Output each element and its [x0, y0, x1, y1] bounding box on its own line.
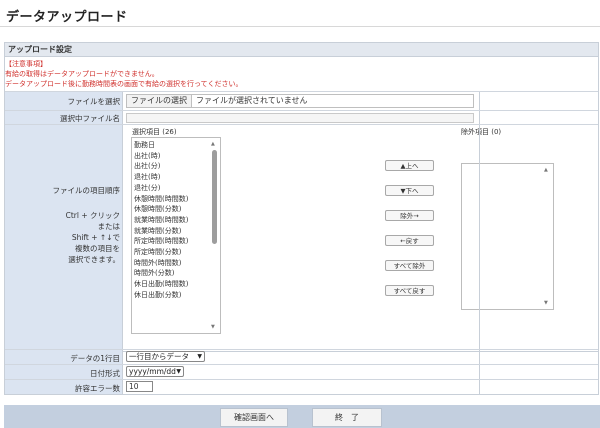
- date-format-label: 日付形式: [5, 365, 123, 379]
- help-text-3: Shift + ↑↓で: [71, 233, 120, 242]
- upload-settings-panel: アップロード設定 【注意事項】 有給の取得はデータアップロードができません。 デ…: [4, 42, 599, 352]
- list-item[interactable]: 出社(分): [134, 161, 208, 172]
- list-item[interactable]: 時間外(分数): [134, 268, 208, 279]
- help-text-2: または: [97, 222, 121, 231]
- error-limit-input[interactable]: 10: [126, 381, 153, 392]
- date-format-setting: 日付形式 yyyy/mm/dd ▼: [5, 364, 598, 379]
- chevron-down-icon: ▼: [176, 368, 181, 375]
- scroll-down-icon[interactable]: ▼: [211, 324, 215, 330]
- footer-action-bar: 確認画面へ 終 了: [4, 405, 600, 428]
- file-select-row: ファイルを選択 ファイルの選択 ファイルが選択されていません: [5, 91, 598, 110]
- notice-line-2: データアップロード後に勤務時間表の画面で有給の選択を行ってください。: [5, 80, 243, 88]
- date-format-select[interactable]: yyyy/mm/dd ▼: [126, 366, 184, 377]
- file-input[interactable]: ファイルの選択 ファイルが選択されていません: [126, 94, 474, 108]
- title-divider: [0, 26, 600, 27]
- list-item[interactable]: 休日出勤(時間数): [134, 279, 208, 290]
- file-select-label: ファイルを選択: [5, 92, 123, 110]
- scroll-up-icon[interactable]: ▲: [211, 141, 215, 147]
- notice-line-1: 有給の取得はデータアップロードができません。: [5, 70, 159, 78]
- move-up-button[interactable]: ▲上へ: [385, 160, 434, 171]
- error-limit-label: 許容エラー数: [5, 380, 123, 394]
- help-text-5: 選択できます。: [68, 255, 120, 264]
- listbox-scrollbar[interactable]: ▲ ▼: [210, 139, 219, 332]
- list-item[interactable]: 就業時間(時間数): [134, 215, 208, 226]
- help-text-1: Ctrl + クリック: [65, 211, 120, 220]
- file-status-text: ファイルが選択されていません: [196, 96, 308, 105]
- exclude-all-button[interactable]: すべて除外: [385, 260, 434, 271]
- error-limit-setting: 許容エラー数 10: [5, 379, 598, 394]
- list-item[interactable]: 退社(分): [134, 183, 208, 194]
- first-row-select[interactable]: 一行目からデータ ▼: [126, 351, 205, 362]
- restore-button[interactable]: ←戻す: [385, 235, 434, 246]
- list-item[interactable]: 就業時間(分数): [134, 226, 208, 237]
- notice-label: 【注意事項】: [5, 60, 47, 68]
- exclude-button[interactable]: 除外→: [385, 210, 434, 221]
- list-item[interactable]: 退社(時): [134, 172, 208, 183]
- move-down-button[interactable]: ▼下へ: [385, 185, 434, 196]
- list-item[interactable]: 勤務日: [134, 140, 208, 151]
- list-item[interactable]: 休憩時間(分数): [134, 204, 208, 215]
- selected-file-label: 選択中ファイル名: [5, 111, 123, 124]
- column-order-label: ファイルの項目順序: [52, 186, 121, 195]
- restore-all-button[interactable]: すべて戻す: [385, 285, 434, 296]
- list-item[interactable]: 所定時間(分数): [134, 247, 208, 258]
- first-row-setting: データの1行目 一行目からデータ ▼: [5, 349, 598, 364]
- choose-file-button[interactable]: ファイルの選択: [127, 95, 192, 107]
- selected-file-row: 選択中ファイル名: [5, 110, 598, 124]
- list-item[interactable]: 休憩時間(時間数): [134, 194, 208, 205]
- chevron-down-icon: ▼: [197, 353, 202, 360]
- page-title: データアップロード: [6, 10, 128, 25]
- selected-file-name-field: [126, 113, 474, 123]
- first-row-label: データの1行目: [5, 350, 123, 364]
- selected-items-caption: 選択項目 (26): [132, 128, 177, 136]
- list-item[interactable]: 時間外(時間数): [134, 258, 208, 269]
- selected-items-listbox[interactable]: 勤務日 出社(時) 出社(分) 退社(時) 退社(分) 休憩時間(時間数) 休憩時間(分数)…: [131, 137, 221, 334]
- column-order-label-cell: ファイルの項目順序 Ctrl + クリック または Shift + ↑↓で 複数…: [5, 125, 123, 351]
- column-order-row: ファイルの項目順序 Ctrl + クリック または Shift + ↑↓で 複数…: [5, 124, 598, 351]
- help-text-4: 複数の項目を: [75, 244, 120, 253]
- end-button[interactable]: 終 了: [312, 408, 382, 427]
- list-item[interactable]: 出社(時): [134, 151, 208, 162]
- list-item[interactable]: 休日出勤(分数): [134, 290, 208, 301]
- confirm-button[interactable]: 確認画面へ: [220, 408, 288, 427]
- section-header: アップロード設定: [5, 43, 598, 57]
- list-item[interactable]: 所定時間(時間数): [134, 236, 208, 247]
